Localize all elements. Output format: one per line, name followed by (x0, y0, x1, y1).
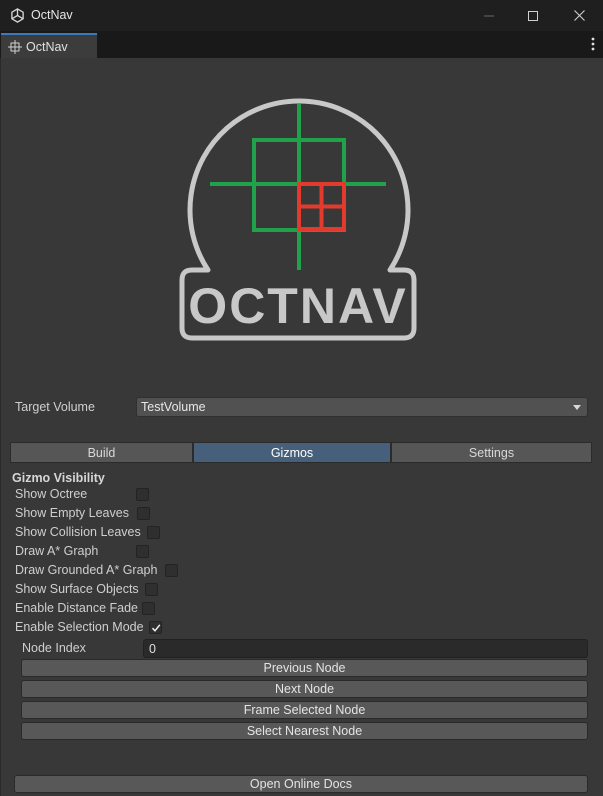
open-online-docs-button[interactable]: Open Online Docs (14, 775, 588, 793)
tab-settings[interactable]: Settings (391, 442, 592, 463)
dropdown-arrow-icon (573, 405, 581, 410)
tab-octnav[interactable]: OctNav (1, 33, 97, 58)
select-nearest-node-button[interactable]: Select Nearest Node (21, 722, 588, 740)
toggle-label-draw-astar-graph: Draw A* Graph (15, 544, 99, 558)
checkbox-show-surface-objects[interactable] (145, 583, 158, 596)
checkbox-show-empty-leaves[interactable] (137, 507, 150, 520)
close-icon (573, 10, 585, 21)
maximize-button[interactable] (510, 0, 556, 31)
inspector-tabs: Build Gizmos Settings (10, 442, 592, 463)
maximize-icon (528, 10, 538, 21)
node-index-value: 0 (149, 642, 156, 656)
tab-gizmos[interactable]: Gizmos (193, 442, 391, 463)
editor-tabstrip: OctNav (0, 31, 603, 58)
node-index-field[interactable]: 0 (143, 639, 588, 658)
minimize-button[interactable] (466, 0, 512, 31)
unity-logo-icon (11, 8, 24, 23)
toggle-label-draw-grounded-astar-graph: Draw Grounded A* Graph (15, 563, 158, 577)
toggle-label-show-surface-objects: Show Surface Objects (15, 582, 139, 596)
gizmo-visibility-header: Gizmo Visibility (12, 471, 105, 485)
previous-node-button[interactable]: Previous Node (21, 659, 588, 677)
window-title: OctNav (31, 8, 73, 22)
target-volume-label: Target Volume (15, 400, 95, 414)
toggle-label-show-octree: Show Octree (15, 487, 88, 501)
toggle-label-show-empty-leaves: Show Empty Leaves (15, 506, 129, 520)
checkbox-show-octree[interactable] (136, 488, 149, 501)
checkmark-icon (151, 624, 161, 632)
next-node-button[interactable]: Next Node (21, 680, 588, 698)
tab-label: OctNav (26, 39, 68, 54)
logo-wordmark: OCTNAV (188, 278, 407, 334)
node-index-label: Node Index (22, 641, 86, 655)
checkbox-draw-grounded-astar-graph[interactable] (165, 564, 178, 577)
target-volume-dropdown[interactable]: TestVolume (136, 397, 588, 417)
toggle-label-enable-selection-mode: Enable Selection Mode (15, 620, 144, 634)
toggle-label-enable-distance-fade: Enable Distance Fade (15, 601, 138, 615)
octnav-logo: OCTNAV (179, 98, 417, 341)
minimize-icon (484, 15, 494, 16)
checkbox-enable-distance-fade[interactable] (142, 602, 155, 615)
checkbox-enable-selection-mode[interactable] (149, 621, 162, 634)
checkbox-draw-astar-graph[interactable] (136, 545, 149, 558)
tab-build[interactable]: Build (10, 442, 193, 463)
toggle-label-show-collision-leaves: Show Collision Leaves (15, 525, 141, 539)
frame-selected-node-button[interactable]: Frame Selected Node (21, 701, 588, 719)
kebab-menu-icon[interactable] (590, 36, 596, 52)
checkbox-show-collision-leaves[interactable] (147, 526, 160, 539)
target-volume-value: TestVolume (141, 400, 206, 414)
window-left-edge (0, 58, 1, 796)
close-button[interactable] (556, 0, 602, 31)
crosshair-icon (8, 39, 22, 54)
window-titlebar: OctNav (0, 0, 603, 31)
